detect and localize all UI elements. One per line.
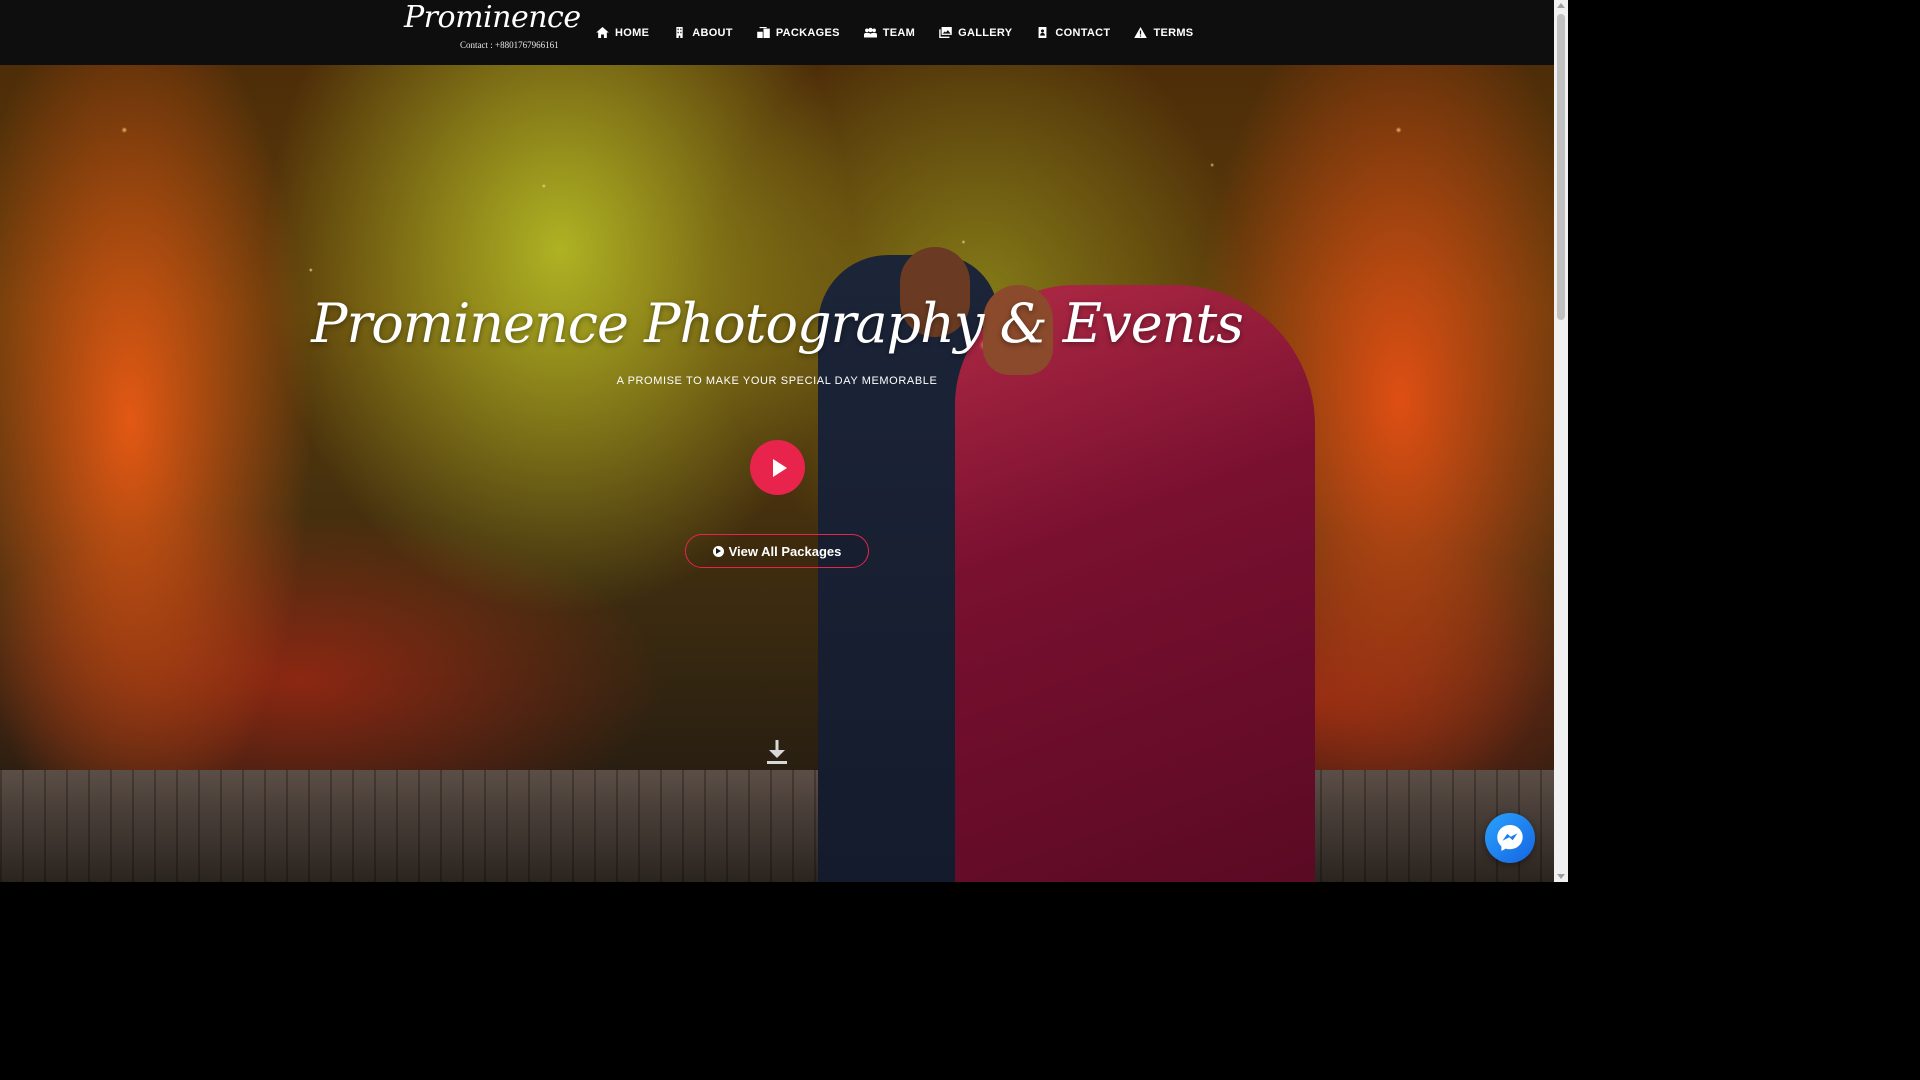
- download-arrow-icon[interactable]: [766, 740, 788, 766]
- team-icon: [863, 27, 877, 38]
- building-icon: [676, 27, 683, 38]
- play-video-button[interactable]: [750, 440, 805, 495]
- hero-light-sparkles: [0, 60, 1554, 760]
- logo-text: Prominence: [404, 0, 581, 35]
- nav-item-contact[interactable]: CONTACT: [1036, 27, 1110, 39]
- nav-label-contact: CONTACT: [1055, 26, 1111, 39]
- home-icon: [596, 27, 609, 38]
- nav-item-home[interactable]: HOME: [596, 27, 649, 39]
- scrollbar-thumb[interactable]: [1557, 14, 1565, 320]
- packages-icon: [757, 27, 770, 38]
- top-navbar: Prominence Contact : +8801767966161 HOME…: [0, 0, 1554, 65]
- hero-floor: [0, 770, 1554, 882]
- hero-subtitle: A PROMISE TO MAKE YOUR SPECIAL DAY MEMOR…: [616, 375, 938, 387]
- hero-title: Prominence Photography & Events: [311, 292, 1244, 355]
- brand-logo[interactable]: Prominence Contact : +8801767966161: [404, 0, 581, 60]
- nav-label-gallery: GALLERY: [958, 26, 1013, 39]
- page-scrollbar[interactable]: [1554, 0, 1568, 882]
- nav-label-home: HOME: [615, 26, 650, 39]
- main-nav: HOME ABOUT PACKAGES TEAM GALLERY CONTACT…: [596, 0, 1193, 65]
- nav-label-terms: TERMS: [1153, 26, 1194, 39]
- contact-card-icon: [1038, 27, 1047, 38]
- view-all-packages-button[interactable]: View All Packages: [685, 534, 869, 568]
- scroll-up-arrow-icon[interactable]: [1557, 3, 1565, 8]
- gallery-icon: [939, 27, 952, 38]
- nav-item-gallery[interactable]: GALLERY: [939, 27, 1012, 39]
- nav-label-team: TEAM: [882, 26, 916, 39]
- scroll-down-arrow-icon[interactable]: [1557, 874, 1565, 879]
- play-icon: [773, 458, 787, 477]
- arrow-circle-right-icon: [712, 545, 724, 557]
- view-all-packages-label: View All Packages: [728, 543, 842, 559]
- nav-label-about: ABOUT: [692, 26, 733, 39]
- nav-item-about[interactable]: ABOUT: [673, 27, 733, 39]
- nav-item-packages[interactable]: PACKAGES: [757, 27, 840, 39]
- nav-label-packages: PACKAGES: [775, 26, 840, 39]
- logo-contact-text: Contact : +8801767966161: [460, 40, 559, 50]
- messenger-icon: [1497, 825, 1523, 851]
- nav-item-terms[interactable]: TERMS: [1134, 27, 1193, 39]
- nav-item-team[interactable]: TEAM: [863, 26, 916, 39]
- messenger-chat-button[interactable]: [1485, 813, 1535, 863]
- warning-icon: [1134, 27, 1148, 38]
